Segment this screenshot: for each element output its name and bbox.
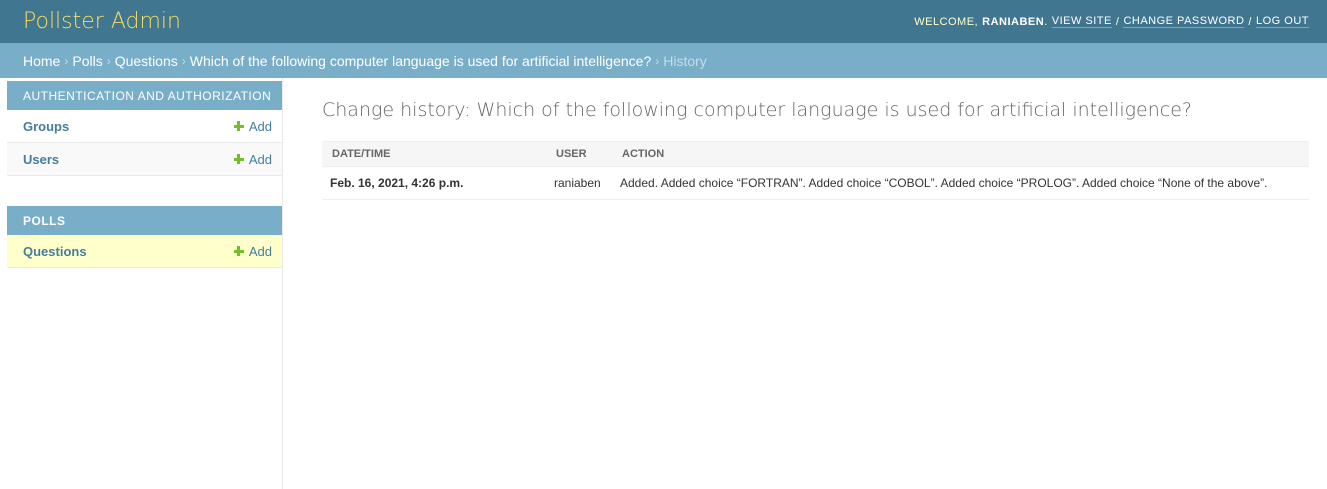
breadcrumb-separator: › [181,53,186,68]
breadcrumb-current: History [663,52,707,69]
breadcrumb-home[interactable]: Home [23,53,60,69]
add-users-button[interactable]: Add [233,151,272,167]
add-label: Add [248,118,272,134]
log-out-link[interactable]: Log out [1255,15,1309,28]
site-name-link[interactable]: Pollster Admin [23,9,181,34]
change-history-table: Date/time User Action Feb. 16, 2021, 4:2… [322,141,1309,200]
sidebar-item-users: Users Add [7,143,282,176]
table-header-row: Date/time User Action [322,141,1309,167]
sidebar-item-questions: Questions Add [7,235,282,268]
sidebar-item-groups-link[interactable]: Groups [23,119,69,134]
sidebar-item-questions-link[interactable]: Questions [23,244,87,259]
breadcrumb-separator: › [64,53,69,68]
content: Change history: Which of the following c… [283,78,1327,489]
add-label: Add [248,151,272,167]
row-date: Feb. 16, 2021, 4:26 p.m. [322,166,546,200]
username: raniaben [982,15,1045,28]
change-password-link[interactable]: Change password [1123,15,1245,28]
column-header-date: Date/time [322,141,546,167]
breadcrumb-separator: › [106,53,111,68]
module-caption-auth[interactable]: Authentication and Authorization [7,81,282,110]
module-auth: Authentication and Authorization Groups … [7,81,282,176]
separator: / [1115,15,1120,28]
plus-icon [233,121,244,131]
add-label: Add [248,243,272,259]
user-tools: Welcome, raniaben. View site / Change pa… [914,15,1309,28]
sidebar-item-groups: Groups Add [7,110,282,143]
nav-sidebar: Authentication and Authorization Groups … [0,78,283,489]
column-header-action: Action [612,141,1309,167]
plus-icon [233,154,244,164]
breadcrumb-polls[interactable]: Polls [72,53,102,69]
add-questions-button[interactable]: Add [233,243,272,259]
add-groups-button[interactable]: Add [233,118,272,134]
breadcrumb-separator: › [655,53,660,68]
module-polls: Polls Questions Add [7,206,282,268]
breadcrumb-object[interactable]: Which of the following computer language… [190,53,651,69]
module-caption-polls[interactable]: Polls [7,206,282,235]
column-header-user: User [546,141,612,167]
sidebar-item-users-link[interactable]: Users [23,152,59,167]
plus-icon [233,246,244,256]
row-action: Added. Added choice “FORTRAN”. Added cho… [612,166,1309,200]
table-row: Feb. 16, 2021, 4:26 p.m. raniaben Added.… [322,166,1309,200]
header: Pollster Admin Welcome, raniaben. View s… [0,0,1327,43]
separator: / [1248,15,1252,28]
breadcrumb-questions[interactable]: Questions [115,53,178,69]
row-user: raniaben [546,166,612,200]
welcome-text: Welcome, [914,15,979,28]
breadcrumb: Home › Polls › Questions › Which of the … [0,43,1327,78]
page-title: Change history: Which of the following c… [322,99,1192,121]
view-site-link[interactable]: View site [1051,15,1112,28]
